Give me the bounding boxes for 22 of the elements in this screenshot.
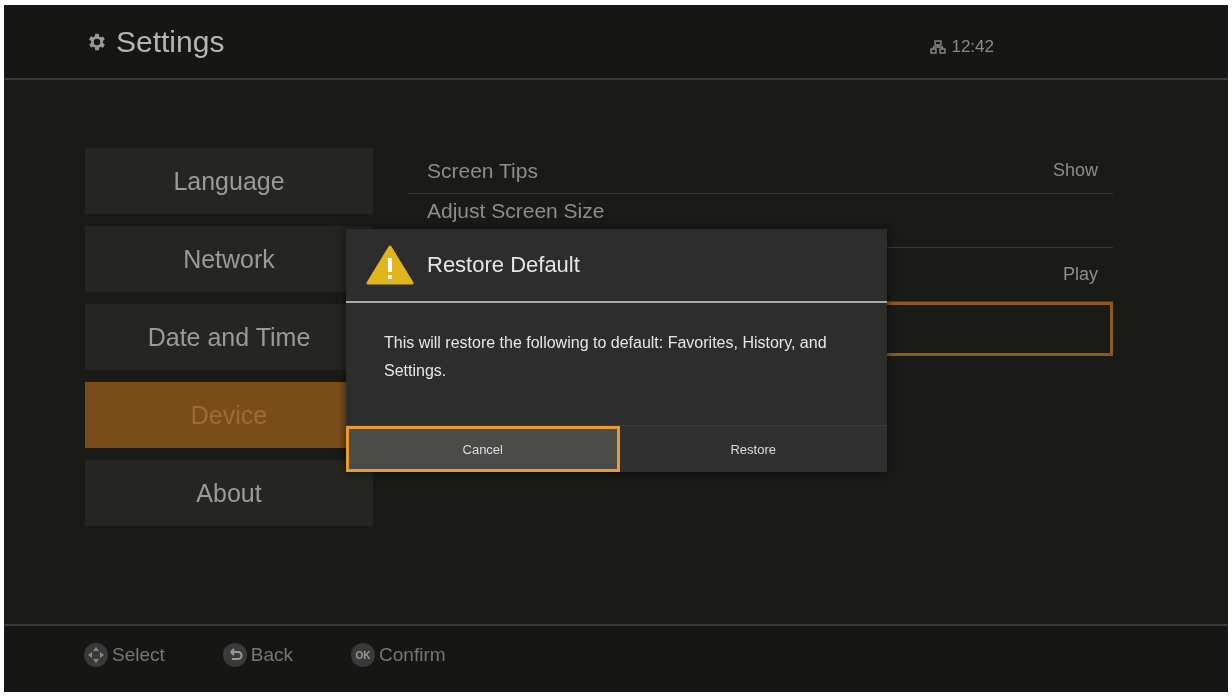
page-title: Settings <box>116 24 225 59</box>
settings-row[interactable]: Screen Tips Show <box>408 148 1113 194</box>
dialog-message: This will restore the following to default: Favorites, History, and Settings. <box>384 333 828 381</box>
setting-label: Screen Tips <box>427 158 538 183</box>
hint-label: Back <box>250 644 294 666</box>
back-icon <box>222 643 247 667</box>
hint-label: Confirm <box>379 644 446 666</box>
sidebar-item[interactable]: About <box>85 460 373 526</box>
dialog-button[interactable]: Restore <box>619 426 887 472</box>
clock-time: 12:42 <box>951 36 994 57</box>
network-icon <box>930 39 947 54</box>
dialog-button[interactable]: Cancel <box>346 426 620 472</box>
setting-value: Show <box>1052 160 1098 181</box>
ok-key-icon: OK <box>351 643 376 667</box>
setting-label: Adjust Screen Size <box>427 199 605 223</box>
sidebar-item[interactable]: Language <box>85 148 373 214</box>
setting-value: Play <box>1063 264 1098 285</box>
dpad-icon <box>84 643 108 667</box>
hint-label: Select <box>112 644 165 666</box>
dialog-title: Restore Default <box>427 252 580 278</box>
sidebar-item[interactable]: Network <box>85 226 373 292</box>
warning-icon <box>366 245 414 285</box>
